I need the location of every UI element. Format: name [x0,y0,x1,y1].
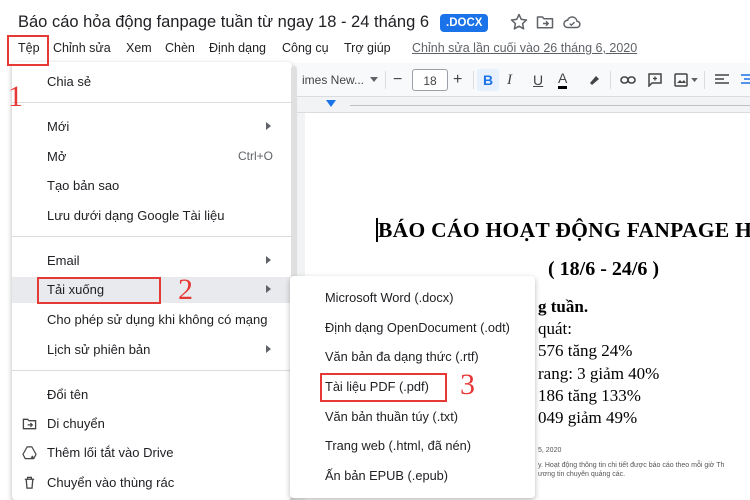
menu-insert[interactable]: Chèn [165,41,195,55]
menu-item-version-history[interactable]: Lịch sử phiên bản [12,337,292,363]
highlight-pen-icon[interactable] [587,73,601,87]
doc-line-1: g tuần. [538,297,589,316]
align-center-icon[interactable] [740,73,750,87]
doc-line-5: 186 tăng 133% [538,386,641,405]
chevron-right-icon [266,256,271,264]
doc-line-3: 576 tăng 24% [538,341,633,360]
toolbar-divider [385,71,386,89]
menu-format[interactable]: Định dạng [209,41,266,55]
chevron-down-icon [691,78,698,83]
menu-item-label: Mới [47,119,70,134]
menu-item-add-shortcut[interactable]: Thêm lối tắt vào Drive [12,440,292,466]
menu-tools[interactable]: Công cụ [282,41,329,55]
menu-item-make-copy[interactable]: Tạo bản sao [12,173,292,199]
menu-item-share[interactable]: Chia sẻ [12,69,292,95]
download-docx[interactable]: Microsoft Word (.docx) [325,290,453,305]
menu-view[interactable]: Xem [126,41,152,55]
download-txt[interactable]: Văn bản thuần túy (.txt) [325,409,458,424]
menu-edit[interactable]: Chỉnh sửa [53,41,111,55]
doc-line-4: rang: 3 giảm 40% [538,364,660,383]
font-size-decrease-button[interactable]: − [393,69,402,91]
annotation-step-2: 2 [178,273,193,306]
folder-move-icon [22,418,37,430]
horizontal-ruler [290,97,750,113]
annotation-step-1: 1 [8,80,23,113]
menu-item-rename[interactable]: Đổi tên [12,382,292,408]
text-color-button[interactable]: A [558,69,568,89]
menu-divider [12,236,292,237]
annotation-box-pdf [320,373,447,402]
folder-move-icon[interactable] [535,12,555,32]
menu-item-move[interactable]: Di chuyển [12,411,292,437]
trash-icon [24,476,35,489]
menu-item-trash[interactable]: Chuyển vào thùng rác [12,470,292,496]
menu-item-label: Thêm lối tắt vào Drive [47,445,174,460]
download-odt[interactable]: Định dạng OpenDocument (.odt) [325,320,510,335]
doc-footnote-line: y. Hoạt động thông tin chi tiết được báo… [538,462,725,469]
ruler-scale [350,105,750,106]
menu-item-label: Mở [47,149,67,164]
annotation-box-file-menu [7,35,49,66]
menu-item-save-as-google-docs[interactable]: Lưu dưới dạng Google Tài liệu [12,203,292,229]
formatting-toolbar: imes New... − 18 + B I U A [290,63,750,97]
chevron-right-icon [266,285,271,293]
comment-icon[interactable] [648,73,662,87]
menu-item-new[interactable]: Mới [12,114,292,140]
menu-item-label: Lịch sử phiên bản [47,342,151,357]
toolbar-divider [704,71,705,89]
download-html[interactable]: Trang web (.html, đã nén) [325,438,471,453]
chevron-right-icon [266,345,271,353]
doc-line-2: quát: [538,319,572,338]
last-edit-link[interactable]: Chỉnh sửa lần cuối vào 26 tháng 6, 2020 [412,41,637,55]
download-rtf[interactable]: Văn bản đa dạng thức (.rtf) [325,349,479,364]
title-bar: Báo cáo hỏa động fanpage tuần từ ngay 18… [0,0,750,36]
chevron-right-icon [266,122,271,130]
menu-item-label: Cho phép sử dụng khi không có mạng [47,312,268,327]
menu-item-label: Chia sẻ [47,74,92,89]
annotation-step-3: 3 [460,368,475,401]
italic-button[interactable]: I [507,69,512,91]
image-icon[interactable] [674,73,688,87]
menu-bar: Tệp Chỉnh sửa Xem Chèn Định dạng Công cụ… [0,36,750,60]
star-icon[interactable] [509,12,529,32]
text-cursor [376,218,378,242]
underline-button[interactable]: U [533,69,543,91]
menu-item-label: Di chuyển [47,416,105,431]
document-title[interactable]: Báo cáo hỏa động fanpage tuần từ ngay 18… [18,13,429,32]
menu-divider [12,102,292,103]
font-size-input[interactable]: 18 [412,69,448,91]
doc-footnote-line: ương tin chuyên quảng các. [538,471,626,478]
menu-item-offline[interactable]: Cho phép sử dụng khi không có mạng [12,307,292,333]
menu-item-open[interactable]: Mở Ctrl+O [12,144,292,170]
annotation-box-download [37,277,161,304]
doc-footnote-line: 5, 2020 [538,447,562,454]
menu-item-label: Email [47,253,80,268]
chevron-down-icon [370,77,378,82]
menu-item-label: Đổi tên [47,387,89,402]
menu-help[interactable]: Trợ giúp [344,41,391,55]
doc-heading: BÁO CÁO HOẠT ĐỘNG FANPAGE H [378,218,750,242]
doc-line-6: 049 giảm 49% [538,408,638,427]
font-size-increase-button[interactable]: + [453,69,462,91]
ruler-indent-marker[interactable] [326,100,336,108]
menu-item-label: Chuyển vào thùng rác [47,475,175,490]
menu-divider [12,370,292,371]
toolbar-divider [473,71,474,89]
bold-button[interactable]: B [477,69,499,91]
menu-item-email[interactable]: Email [12,248,292,274]
download-epub[interactable]: Ấn bản EPUB (.epub) [325,468,448,483]
font-family-select[interactable]: imes New... [302,69,364,91]
toolbar-divider [610,71,611,89]
file-format-badge: .DOCX [440,14,489,32]
drive-shortcut-icon [22,446,37,460]
doc-subheading: ( 18/6 - 24/6 ) [548,258,660,280]
keyboard-shortcut: Ctrl+O [238,149,274,163]
doc-footnote: 5, 2020 y. Hoạt động thông tin chi tiết … [538,446,724,479]
link-icon[interactable] [620,74,636,86]
menu-item-label: Tạo bản sao [47,178,120,193]
cloud-status-icon[interactable] [562,12,582,32]
align-left-icon[interactable] [714,73,730,87]
menu-item-label: Lưu dưới dạng Google Tài liệu [47,208,225,223]
